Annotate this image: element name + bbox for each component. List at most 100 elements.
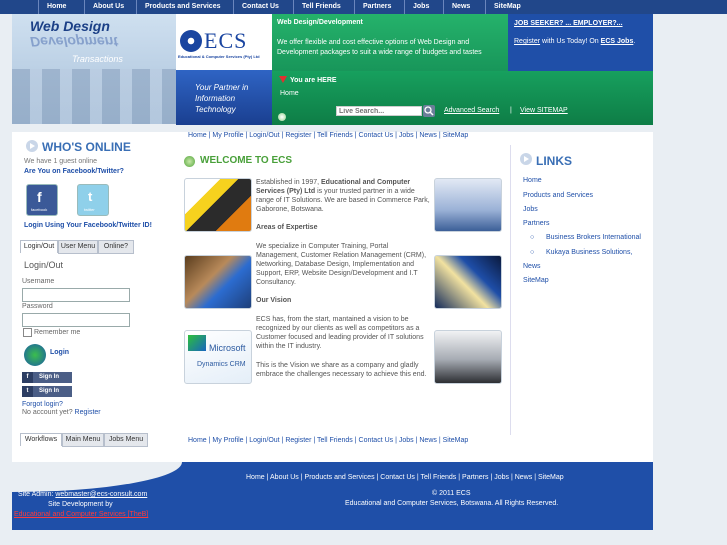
nav-contact-us[interactable]: Contact Us (233, 0, 279, 14)
link-products-services[interactable]: Products and Services (523, 192, 593, 199)
nav-jobs[interactable]: Jobs (404, 0, 429, 14)
twitter-connect-icon[interactable]: t twitter (77, 184, 109, 216)
header-navigation-bar: You are HERE Home Advanced Search | View… (272, 71, 653, 125)
link-business-brokers[interactable]: Business Brokers International (546, 234, 641, 241)
our-vision-heading: Our Vision (256, 297, 292, 304)
slogan-line-1: Your Partner in (195, 83, 249, 92)
link-home[interactable]: Home (523, 177, 542, 184)
live-search-input[interactable] (336, 106, 422, 116)
footer-nav-contact[interactable]: Contact Us (380, 474, 415, 481)
breadcrumb-home[interactable]: Home (280, 90, 299, 97)
tab-main-menu[interactable]: Main Menu (62, 433, 104, 447)
crumb-news[interactable]: News (419, 132, 437, 139)
nav-sitemap[interactable]: SiteMap (485, 0, 521, 14)
link-kukaya[interactable]: Kukaya Business Solutions, (546, 249, 632, 256)
crumb-register[interactable]: Register (285, 132, 311, 139)
crumb-login[interactable]: Login/Out (249, 437, 279, 444)
nav-products-services[interactable]: Products and Services (136, 0, 220, 14)
whos-online-title: WHO'S ONLINE (42, 140, 131, 154)
register-link[interactable]: Register (514, 38, 540, 45)
crumb-my-profile[interactable]: My Profile (212, 132, 243, 139)
twitter-signin-button[interactable]: t Sign In (22, 386, 72, 397)
slogan-line-3: Technology (195, 105, 236, 114)
nav-news[interactable]: News (443, 0, 470, 14)
you-are-here-label: You are HERE (290, 77, 337, 84)
crumb-tell-friends[interactable]: Tell Friends (317, 132, 353, 139)
nav-home[interactable]: Home (38, 0, 66, 14)
footer-nav-news[interactable]: News (515, 474, 533, 481)
banner-columns-image (12, 69, 176, 124)
computer-lab-image (434, 330, 502, 384)
password-input[interactable] (22, 313, 130, 327)
banner-title-reflection: Development (30, 34, 118, 50)
social-login-link[interactable]: Login Using Your Facebook/Twitter ID! (24, 222, 152, 229)
web-screens-image (434, 178, 502, 232)
search-button[interactable] (423, 105, 435, 117)
remember-me-label: Remember me (34, 329, 81, 336)
advanced-search-link[interactable]: Advanced Search (444, 107, 499, 114)
bullet-icon: ○ (530, 249, 535, 256)
guests-online-text: We have 1 guest online (24, 158, 98, 165)
crumb-jobs[interactable]: Jobs (399, 437, 414, 444)
nav-tell-friends[interactable]: Tell Friends (293, 0, 341, 14)
twitter-icon: t (22, 386, 33, 397)
crumb-home[interactable]: Home (188, 437, 207, 444)
link-separator: | (510, 107, 512, 114)
crumb-tell-friends[interactable]: Tell Friends (317, 437, 353, 444)
crumb-login[interactable]: Login/Out (249, 132, 279, 139)
arrow-right-icon (520, 153, 532, 165)
admin-email-link[interactable]: webmaster@ecs-consult.com (55, 491, 147, 498)
footer-nav-partners[interactable]: Partners (462, 474, 488, 481)
username-input[interactable] (22, 288, 130, 302)
footer-nav-sitemap[interactable]: SiteMap (538, 474, 564, 481)
footer-nav-jobs[interactable]: Jobs (494, 474, 509, 481)
footer-nav-tell-friends[interactable]: Tell Friends (421, 474, 457, 481)
promo-description: We offer flexible and cost effective opt… (277, 39, 482, 56)
expertise-paragraph: We specialize in Computer Training, Port… (256, 243, 427, 286)
dev-company-link[interactable]: Educational and Computer Services [TheB] (14, 511, 148, 518)
crumb-contact-us[interactable]: Contact Us (359, 132, 394, 139)
banner-title: Web Design (30, 18, 110, 34)
footer-nav-home[interactable]: Home (246, 474, 265, 481)
service-promo: Web Design/Development We offer flexible… (272, 14, 508, 71)
crumb-news[interactable]: News (419, 437, 437, 444)
register-link-sidebar[interactable]: Register (75, 409, 101, 416)
company-logo[interactable]: ECS (204, 28, 247, 54)
link-jobs[interactable]: Jobs (523, 206, 538, 213)
forgot-login-link[interactable]: Forgot login? (22, 401, 63, 408)
link-partners[interactable]: Partners (523, 220, 549, 227)
link-news[interactable]: News (523, 263, 541, 270)
facebook-signin-button[interactable]: f Sign In (22, 372, 72, 383)
jobs-promo: JOB SEEKER? ... EMPLOYER?... Register wi… (508, 14, 653, 71)
footer-nav-products[interactable]: Products and Services (305, 474, 375, 481)
remember-me-checkbox[interactable] (23, 328, 32, 337)
arrow-down-icon (279, 76, 287, 83)
crumb-sitemap[interactable]: SiteMap (443, 132, 469, 139)
tab-login-out[interactable]: Login/Out (20, 240, 58, 253)
footer-nav-about[interactable]: About Us (270, 474, 299, 481)
view-sitemap-link[interactable]: View SITEMAP (520, 107, 568, 114)
crumb-sitemap[interactable]: SiteMap (443, 437, 469, 444)
tab-online[interactable]: Online? (98, 240, 134, 254)
facebook-connect-icon[interactable]: f facebook (26, 184, 58, 216)
jobs-seeker-link[interactable]: JOB SEEKER? ... EMPLOYER?... (514, 20, 623, 27)
crumb-jobs[interactable]: Jobs (399, 132, 414, 139)
crumb-register[interactable]: Register (285, 437, 311, 444)
login-title: Login/Out (24, 260, 64, 270)
footer-navigation: Home | About Us | Products and Services … (246, 474, 564, 481)
tab-user-menu[interactable]: User Menu (58, 240, 98, 254)
link-sitemap[interactable]: SiteMap (523, 277, 549, 284)
breadcrumb-top: Home | My Profile | Login/Out | Register… (188, 132, 469, 139)
login-button[interactable]: Login (50, 349, 69, 356)
nav-about-us[interactable]: About Us (84, 0, 124, 14)
tab-jobs-menu[interactable]: Jobs Menu (104, 433, 148, 447)
ecs-jobs-link[interactable]: ECS Jobs (601, 38, 634, 45)
crumb-contact-us[interactable]: Contact Us (359, 437, 394, 444)
rights-reserved: Educational and Computer Services, Botsw… (345, 500, 559, 507)
tab-workflows[interactable]: Workflows (20, 433, 62, 446)
intro-paragraph: Established in 1997, Educational and Com… (256, 179, 430, 213)
nav-partners[interactable]: Partners (354, 0, 391, 14)
crumb-my-profile[interactable]: My Profile (212, 437, 243, 444)
crumb-home[interactable]: Home (188, 132, 207, 139)
ecs-globe-icon (180, 30, 202, 52)
